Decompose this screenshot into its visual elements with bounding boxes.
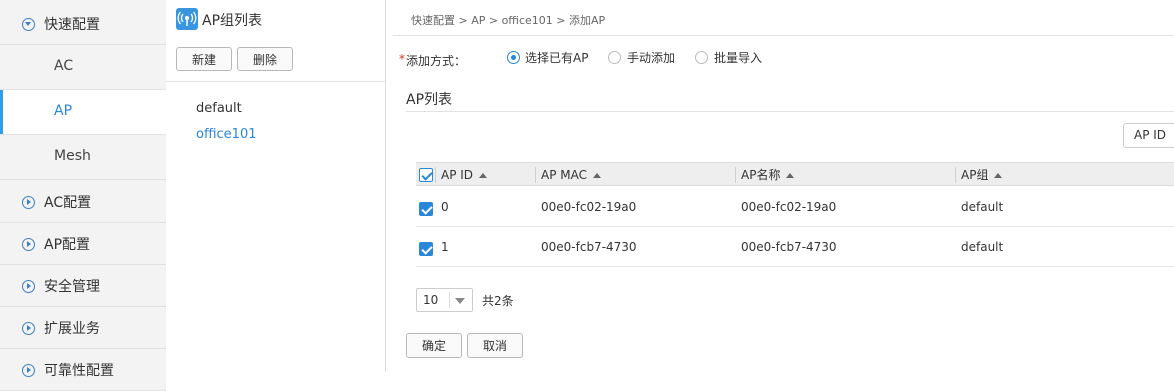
sidebar: 快速配置 AC AP Mesh AC配置 AP配置 安全管理 扩展业务 可靠性配…	[0, 0, 166, 391]
radio-manual-add[interactable]	[608, 51, 621, 64]
chevron-down-icon	[455, 298, 465, 304]
ap-id-search-button[interactable]: AP ID	[1123, 123, 1174, 148]
chevron-right-circle-icon	[22, 279, 35, 293]
column-ap-mac-label: AP MAC	[541, 168, 587, 182]
chevron-down-circle-icon	[22, 17, 35, 31]
radio-manual-add-label[interactable]: 手动添加	[627, 49, 675, 66]
active-indicator	[0, 90, 3, 134]
wireless-ap-icon	[176, 8, 198, 30]
radio-select-existing-label[interactable]: 选择已有AP	[525, 49, 588, 66]
row-checkbox[interactable]	[419, 202, 433, 216]
cancel-button[interactable]: 取消	[467, 333, 523, 358]
cell-ap-id: 1	[441, 240, 449, 254]
column-ap-group[interactable]: AP组	[961, 163, 1003, 187]
nav-reliability[interactable]: 可靠性配置	[0, 349, 166, 391]
nav-extension-label: 扩展业务	[44, 320, 100, 337]
select-divider	[449, 292, 450, 308]
cell-ap-name: 00e0-fc02-19a0	[741, 200, 837, 214]
column-ap-name-label: AP名称	[741, 168, 781, 182]
ap-group-list-title: AP组列表	[202, 13, 263, 29]
nav-sub-ap-label: AP	[54, 103, 73, 119]
nav-sub-ac-label: AC	[54, 58, 74, 74]
table-row[interactable]: 0 00e0-fc02-19a0 00e0-fc02-19a0 default	[416, 187, 1174, 227]
column-divider	[435, 167, 436, 183]
chevron-right-circle-icon	[22, 363, 35, 377]
table-header: AP ID AP MAC AP名称 AP组	[416, 162, 1174, 186]
cell-ap-mac: 00e0-fcb7-4730	[541, 240, 637, 254]
delete-group-button[interactable]: 删除	[237, 47, 293, 71]
column-ap-id-label: AP ID	[441, 168, 474, 182]
ap-list-title: AP列表	[406, 92, 453, 108]
column-ap-mac[interactable]: AP MAC	[541, 163, 601, 187]
divider	[406, 111, 1174, 112]
chevron-right-circle-icon	[22, 195, 35, 209]
nav-reliability-label: 可靠性配置	[44, 362, 114, 379]
nav-ap-config-label: AP配置	[44, 236, 91, 253]
nav-security-label: 安全管理	[44, 278, 100, 295]
divider	[166, 81, 385, 82]
cell-ap-id: 0	[441, 200, 449, 214]
nav-ac-config[interactable]: AC配置	[0, 181, 166, 223]
cell-ap-mac: 00e0-fc02-19a0	[541, 200, 637, 214]
new-group-button[interactable]: 新建	[176, 47, 232, 71]
breadcrumb: 快速配置 > AP > office101 > 添加AP	[411, 14, 606, 27]
chevron-right-circle-icon	[22, 237, 35, 251]
confirm-button[interactable]: 确定	[406, 333, 462, 358]
cell-ap-group: default	[961, 240, 1004, 254]
sort-asc-icon	[593, 173, 601, 178]
sort-asc-icon	[479, 173, 488, 178]
page-size-value: 10	[423, 293, 439, 307]
nav-sub-ap[interactable]: AP	[0, 90, 166, 135]
radio-batch-import[interactable]	[695, 51, 708, 64]
column-divider	[535, 167, 536, 183]
ap-table: AP ID AP MAC AP名称 AP组 0 00e0-fc02-19a0 0…	[416, 162, 1174, 267]
sort-asc-icon	[994, 173, 1003, 178]
row-checkbox[interactable]	[419, 242, 433, 256]
nav-sub-mesh-label: Mesh	[54, 148, 91, 164]
sort-asc-icon	[786, 173, 795, 178]
column-divider	[955, 167, 956, 183]
nav-sub-ac[interactable]: AC	[0, 45, 166, 90]
select-all-checkbox[interactable]	[419, 168, 433, 182]
ap-group-panel: AP组列表 新建 删除 default office101	[166, 0, 386, 372]
required-mark: *	[399, 52, 405, 66]
group-item-default[interactable]: default	[196, 101, 242, 116]
column-ap-group-label: AP组	[961, 168, 989, 182]
nav-quick-config-label: 快速配置	[44, 16, 100, 33]
add-mode-label: 添加方式：	[406, 54, 467, 68]
chevron-right-circle-icon	[22, 321, 35, 335]
cell-ap-name: 00e0-fcb7-4730	[741, 240, 837, 254]
nav-extension[interactable]: 扩展业务	[0, 307, 166, 349]
table-row[interactable]: 1 00e0-fcb7-4730 00e0-fcb7-4730 default	[416, 227, 1174, 267]
page-size-select[interactable]: 10	[416, 288, 473, 312]
divider	[393, 35, 1174, 36]
nav-ap-config[interactable]: AP配置	[0, 223, 166, 265]
nav-sub-mesh[interactable]: Mesh	[0, 135, 166, 180]
radio-batch-import-label[interactable]: 批量导入	[714, 49, 762, 66]
total-count: 共2条	[482, 294, 514, 308]
cell-ap-group: default	[961, 200, 1004, 214]
nav-ac-config-label: AC配置	[44, 194, 92, 211]
column-divider	[735, 167, 736, 183]
group-item-office101[interactable]: office101	[196, 127, 256, 142]
radio-select-existing[interactable]	[507, 51, 520, 64]
column-ap-id[interactable]: AP ID	[441, 163, 488, 187]
nav-security[interactable]: 安全管理	[0, 265, 166, 307]
column-ap-name[interactable]: AP名称	[741, 163, 795, 187]
nav-quick-config[interactable]: 快速配置	[0, 3, 166, 45]
